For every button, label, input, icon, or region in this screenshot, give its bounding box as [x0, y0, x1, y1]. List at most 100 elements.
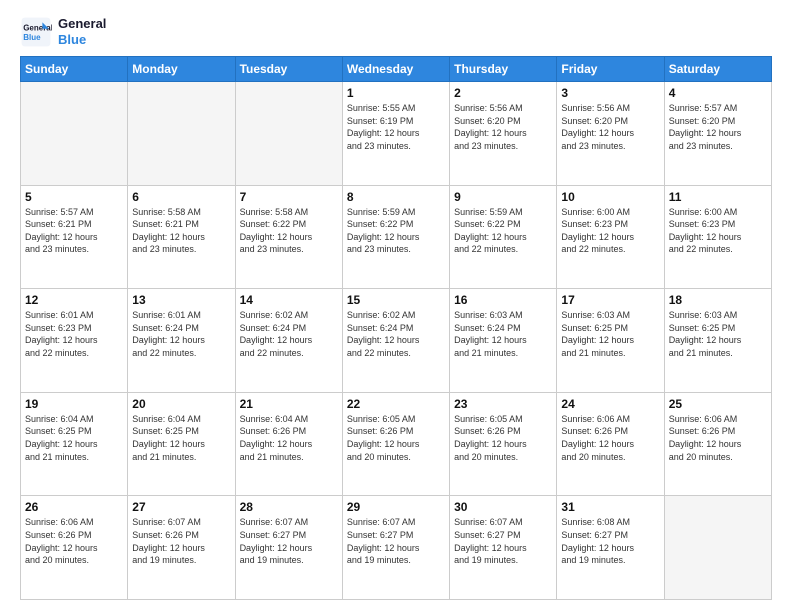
calendar-cell: 14Sunrise: 6:02 AM Sunset: 6:24 PM Dayli… [235, 289, 342, 393]
day-info: Sunrise: 6:04 AM Sunset: 6:26 PM Dayligh… [240, 413, 338, 463]
day-info: Sunrise: 6:07 AM Sunset: 6:26 PM Dayligh… [132, 516, 230, 566]
day-number: 17 [561, 293, 659, 307]
day-info: Sunrise: 6:04 AM Sunset: 6:25 PM Dayligh… [132, 413, 230, 463]
header: General Blue General Blue [20, 16, 772, 48]
day-info: Sunrise: 6:01 AM Sunset: 6:23 PM Dayligh… [25, 309, 123, 359]
day-info: Sunrise: 5:57 AM Sunset: 6:21 PM Dayligh… [25, 206, 123, 256]
day-info: Sunrise: 6:03 AM Sunset: 6:25 PM Dayligh… [561, 309, 659, 359]
calendar-cell: 6Sunrise: 5:58 AM Sunset: 6:21 PM Daylig… [128, 185, 235, 289]
logo-text: General Blue [58, 16, 106, 47]
calendar-cell: 3 Sunrise: 5:56 AM Sunset: 6:20 PM Daylig… [557, 82, 664, 186]
calendar-cell: 10 Sunrise: 6:00 AM Sunset: 6:23 PM Dayli… [557, 185, 664, 289]
day-number: 4 [669, 86, 767, 100]
calendar-cell: 12 Sunrise: 6:01 AM Sunset: 6:23 PM Dayli… [21, 289, 128, 393]
weekday-header-sunday: Sunday [21, 57, 128, 82]
logo: General Blue General Blue [20, 16, 106, 48]
calendar-cell: 24 Sunrise: 6:06 AM Sunset: 6:26 PM Dayli… [557, 392, 664, 496]
weekday-header-row: SundayMondayTuesdayWednesdayThursdayFrid… [21, 57, 772, 82]
day-number: 29 [347, 500, 445, 514]
day-info: Sunrise: 5:58 AM Sunset: 6:22 PM Dayligh… [240, 206, 338, 256]
calendar-cell: 5Sunrise: 5:57 AM Sunset: 6:21 PM Daylig… [21, 185, 128, 289]
calendar-cell: 20 Sunrise: 6:04 AM Sunset: 6:25 PM Dayli… [128, 392, 235, 496]
calendar-table: SundayMondayTuesdayWednesdayThursdayFrid… [20, 56, 772, 600]
day-info: Sunrise: 6:00 AM Sunset: 6:23 PM Dayligh… [561, 206, 659, 256]
calendar-cell: 31 Sunrise: 6:08 AM Sunset: 6:27 PM Dayli… [557, 496, 664, 600]
day-number: 27 [132, 500, 230, 514]
calendar-cell: 22 Sunrise: 6:05 AM Sunset: 6:26 PM Dayli… [342, 392, 449, 496]
day-info: Sunrise: 6:02 AM Sunset: 6:24 PM Dayligh… [347, 309, 445, 359]
day-number: 16 [454, 293, 552, 307]
day-info: Sunrise: 6:07 AM Sunset: 6:27 PM Dayligh… [240, 516, 338, 566]
day-number: 12 [25, 293, 123, 307]
day-info: Sunrise: 5:55 AM Sunset: 6:19 PM Dayligh… [347, 102, 445, 152]
day-number: 23 [454, 397, 552, 411]
day-info: Sunrise: 6:03 AM Sunset: 6:25 PM Dayligh… [669, 309, 767, 359]
day-number: 25 [669, 397, 767, 411]
calendar-cell: 13Sunrise: 6:01 AM Sunset: 6:24 PM Dayli… [128, 289, 235, 393]
svg-text:Blue: Blue [23, 33, 41, 42]
calendar-cell: 7 Sunrise: 5:58 AM Sunset: 6:22 PM Daylig… [235, 185, 342, 289]
calendar-cell: 15 Sunrise: 6:02 AM Sunset: 6:24 PM Dayli… [342, 289, 449, 393]
calendar-cell: 9 Sunrise: 5:59 AM Sunset: 6:22 PM Daylig… [450, 185, 557, 289]
day-info: Sunrise: 6:06 AM Sunset: 6:26 PM Dayligh… [561, 413, 659, 463]
weekday-header-thursday: Thursday [450, 57, 557, 82]
day-number: 18 [669, 293, 767, 307]
day-number: 20 [132, 397, 230, 411]
day-info: Sunrise: 6:01 AM Sunset: 6:24 PM Dayligh… [132, 309, 230, 359]
day-number: 10 [561, 190, 659, 204]
weekday-header-wednesday: Wednesday [342, 57, 449, 82]
day-info: Sunrise: 5:56 AM Sunset: 6:20 PM Dayligh… [454, 102, 552, 152]
week-row-2: 5Sunrise: 5:57 AM Sunset: 6:21 PM Daylig… [21, 185, 772, 289]
weekday-header-friday: Friday [557, 57, 664, 82]
calendar-cell: 4 Sunrise: 5:57 AM Sunset: 6:20 PM Daylig… [664, 82, 771, 186]
weekday-header-tuesday: Tuesday [235, 57, 342, 82]
day-info: Sunrise: 6:03 AM Sunset: 6:24 PM Dayligh… [454, 309, 552, 359]
day-info: Sunrise: 6:00 AM Sunset: 6:23 PM Dayligh… [669, 206, 767, 256]
calendar-cell: 30Sunrise: 6:07 AM Sunset: 6:27 PM Dayli… [450, 496, 557, 600]
day-info: Sunrise: 5:58 AM Sunset: 6:21 PM Dayligh… [132, 206, 230, 256]
day-info: Sunrise: 5:57 AM Sunset: 6:20 PM Dayligh… [669, 102, 767, 152]
day-number: 19 [25, 397, 123, 411]
calendar-cell: 1Sunrise: 5:55 AM Sunset: 6:19 PM Daylig… [342, 82, 449, 186]
calendar-cell: 18 Sunrise: 6:03 AM Sunset: 6:25 PM Dayli… [664, 289, 771, 393]
day-number: 31 [561, 500, 659, 514]
calendar-cell: 8 Sunrise: 5:59 AM Sunset: 6:22 PM Daylig… [342, 185, 449, 289]
day-number: 21 [240, 397, 338, 411]
day-number: 8 [347, 190, 445, 204]
calendar-cell: 17 Sunrise: 6:03 AM Sunset: 6:25 PM Dayli… [557, 289, 664, 393]
day-info: Sunrise: 5:56 AM Sunset: 6:20 PM Dayligh… [561, 102, 659, 152]
calendar-cell: 28 Sunrise: 6:07 AM Sunset: 6:27 PM Dayli… [235, 496, 342, 600]
calendar-cell [128, 82, 235, 186]
day-number: 15 [347, 293, 445, 307]
day-number: 26 [25, 500, 123, 514]
calendar-cell: 11 Sunrise: 6:00 AM Sunset: 6:23 PM Dayli… [664, 185, 771, 289]
day-info: Sunrise: 6:06 AM Sunset: 6:26 PM Dayligh… [669, 413, 767, 463]
calendar-cell: 29 Sunrise: 6:07 AM Sunset: 6:27 PM Dayli… [342, 496, 449, 600]
day-number: 22 [347, 397, 445, 411]
calendar-cell: 25 Sunrise: 6:06 AM Sunset: 6:26 PM Dayli… [664, 392, 771, 496]
day-number: 3 [561, 86, 659, 100]
day-info: Sunrise: 6:06 AM Sunset: 6:26 PM Dayligh… [25, 516, 123, 566]
calendar-cell [21, 82, 128, 186]
calendar-cell: 16 Sunrise: 6:03 AM Sunset: 6:24 PM Dayli… [450, 289, 557, 393]
day-info: Sunrise: 6:08 AM Sunset: 6:27 PM Dayligh… [561, 516, 659, 566]
day-number: 9 [454, 190, 552, 204]
day-number: 28 [240, 500, 338, 514]
day-number: 24 [561, 397, 659, 411]
day-info: Sunrise: 6:07 AM Sunset: 6:27 PM Dayligh… [454, 516, 552, 566]
weekday-header-saturday: Saturday [664, 57, 771, 82]
page: General Blue General Blue SundayMondayTu… [0, 0, 792, 612]
calendar-cell [664, 496, 771, 600]
day-number: 7 [240, 190, 338, 204]
calendar-cell [235, 82, 342, 186]
calendar-cell: 26 Sunrise: 6:06 AM Sunset: 6:26 PM Dayli… [21, 496, 128, 600]
day-info: Sunrise: 6:07 AM Sunset: 6:27 PM Dayligh… [347, 516, 445, 566]
day-info: Sunrise: 6:05 AM Sunset: 6:26 PM Dayligh… [454, 413, 552, 463]
week-row-1: 1Sunrise: 5:55 AM Sunset: 6:19 PM Daylig… [21, 82, 772, 186]
day-info: Sunrise: 5:59 AM Sunset: 6:22 PM Dayligh… [454, 206, 552, 256]
weekday-header-monday: Monday [128, 57, 235, 82]
day-info: Sunrise: 5:59 AM Sunset: 6:22 PM Dayligh… [347, 206, 445, 256]
day-number: 11 [669, 190, 767, 204]
day-info: Sunrise: 6:05 AM Sunset: 6:26 PM Dayligh… [347, 413, 445, 463]
calendar-cell: 19Sunrise: 6:04 AM Sunset: 6:25 PM Dayli… [21, 392, 128, 496]
